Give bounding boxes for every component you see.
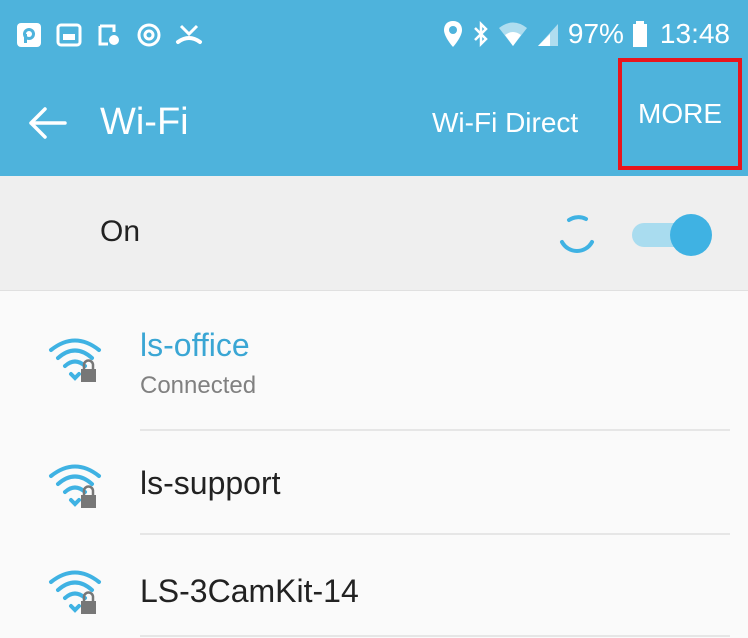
bluetooth-icon [472,20,490,48]
clock: 13:48 [659,18,730,49]
cell-signal-icon [536,21,560,47]
network-item-ls-office[interactable]: ls-office Connected [0,291,748,431]
network-list: ls-office Connected ls-support LS-3CamKi… [0,291,748,638]
wifi-toggle[interactable] [632,214,712,256]
missed-call-icon [174,20,204,50]
wifi-master-switch-row[interactable]: On [0,176,748,291]
system-status: 97% 13:48 [442,14,730,54]
wifi-settings-screen: 97% 13:48 Wi-Fi Wi-Fi Direct MORE On ls-… [0,0,748,638]
scanning-spinner-icon [560,215,594,253]
network-item-ls-3camkit-14[interactable]: LS-3CamKit-14 [0,535,748,638]
network-name: ls-support [140,465,281,501]
network-item-ls-support[interactable]: ls-support [0,431,748,535]
wifi-locked-icon [49,338,101,382]
wifi-state-label: On [100,215,141,248]
location-icon [442,20,464,48]
network-name: LS-3CamKit-14 [140,573,359,609]
battery-percentage: 97% [567,18,624,49]
toggle-knob [670,214,712,256]
wifi-signal-icon [498,20,528,48]
p-app-icon [14,20,44,50]
screenshot-icon [94,20,124,50]
network-status: Connected [140,372,257,399]
back-button[interactable] [24,100,70,146]
more-button[interactable]: MORE [618,58,742,170]
wifi-direct-button[interactable]: Wi-Fi Direct [432,102,578,144]
battery-icon [632,20,648,48]
back-arrow-icon [29,107,67,139]
wifi-locked-icon [49,570,101,614]
sync-icon [134,20,164,50]
network-name: ls-office [140,327,250,363]
notification-icons [14,18,204,52]
gallery-icon [54,20,84,50]
divider [140,635,730,637]
wifi-locked-icon [49,464,101,508]
page-title: Wi-Fi [100,101,189,143]
